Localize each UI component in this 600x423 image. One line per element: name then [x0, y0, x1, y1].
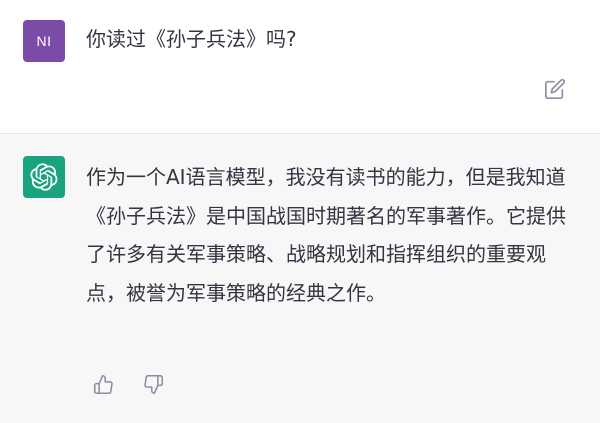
user-avatar: NI	[23, 20, 65, 62]
feedback-buttons	[90, 371, 166, 397]
thumbs-down-button[interactable]	[140, 371, 166, 397]
user-message-text: 你读过《孙子兵法》吗?	[86, 27, 297, 51]
edit-message-button[interactable]	[542, 76, 568, 102]
assistant-message-text: 作为一个AI语言模型，我没有读书的能力，但是我知道《孙子兵法》是中国战国时期著名…	[86, 165, 566, 305]
thumbs-up-icon	[93, 374, 113, 394]
edit-icon	[545, 78, 566, 99]
assistant-avatar	[23, 156, 65, 198]
thumbs-down-icon	[143, 374, 163, 394]
thumbs-up-button[interactable]	[90, 371, 116, 397]
user-message-row: NI 你读过《孙子兵法》吗?	[0, 0, 600, 134]
assistant-message-row: 作为一个AI语言模型，我没有读书的能力，但是我知道《孙子兵法》是中国战国时期著名…	[0, 134, 600, 423]
openai-logo-icon	[30, 163, 58, 191]
